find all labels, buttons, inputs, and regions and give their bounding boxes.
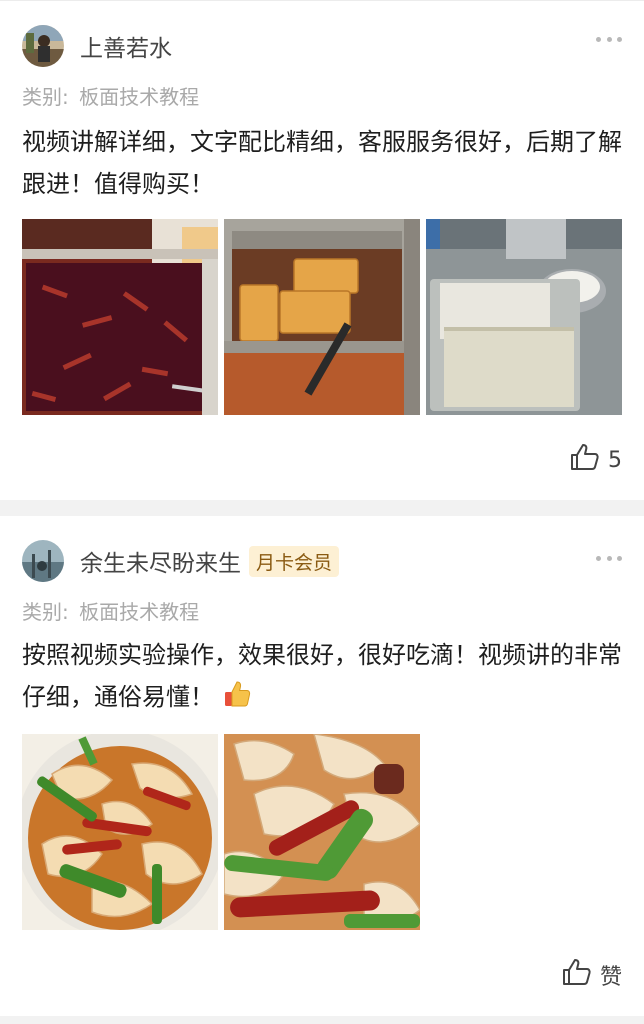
more-dots-icon[interactable] [596, 35, 622, 43]
category-value: 板面技术教程 [79, 85, 200, 109]
category-line: 类别: 板面技术教程 [22, 81, 199, 110]
photo-grid [22, 219, 622, 415]
photo-chili-oil[interactable] [22, 219, 218, 415]
category-value: 板面技术教程 [79, 600, 200, 624]
photo-noodles-bowl-1[interactable] [22, 734, 218, 930]
like-count: 5 [608, 447, 622, 473]
like-label: 赞 [599, 965, 622, 990]
photo-fried-tofu[interactable] [224, 219, 420, 415]
like-button[interactable]: 赞 [562, 958, 622, 992]
member-badge: 月卡会员 [249, 545, 340, 577]
review-text: 视频讲解详细，文字配比精细，客服服务很好，后期了解跟进！值得购买！ [22, 128, 622, 198]
divider [0, 1016, 644, 1024]
like-button[interactable]: 5 [570, 443, 622, 477]
username[interactable]: 余生未尽盼来生 [80, 544, 241, 578]
category-label: 类别: [22, 600, 69, 624]
review-text: 按照视频实验操作，效果很好，很好吃滴！视频讲的非常仔细，通俗易懂！ [22, 641, 622, 711]
review-card: 上善若水 类别: 板面技术教程 视频讲解详细，文字配比精细，客服服务很好，后期了… [0, 0, 644, 500]
post-header: 余生未尽盼来生 月卡会员 [22, 538, 340, 584]
post-header: 上善若水 [22, 23, 172, 69]
photo-noodles-bowl-2[interactable] [224, 734, 420, 930]
avatar[interactable] [22, 540, 64, 582]
avatar[interactable] [22, 25, 64, 67]
thumbs-up-emoji [222, 679, 252, 722]
more-dots-icon[interactable] [596, 554, 622, 562]
category-label: 类别: [22, 85, 69, 109]
photo-dough-sheets[interactable] [426, 219, 622, 415]
username[interactable]: 上善若水 [80, 29, 172, 63]
review-text-block: 按照视频实验操作，效果很好，很好吃滴！视频讲的非常仔细，通俗易懂！ [22, 634, 622, 722]
thumbs-up-icon [562, 958, 592, 992]
thumbs-up-icon [570, 443, 600, 477]
photo-grid [22, 734, 420, 930]
category-line: 类别: 板面技术教程 [22, 596, 199, 625]
review-card: 余生未尽盼来生 月卡会员 类别: 板面技术教程 按照视频实验操作，效果很好，很好… [0, 516, 644, 1016]
